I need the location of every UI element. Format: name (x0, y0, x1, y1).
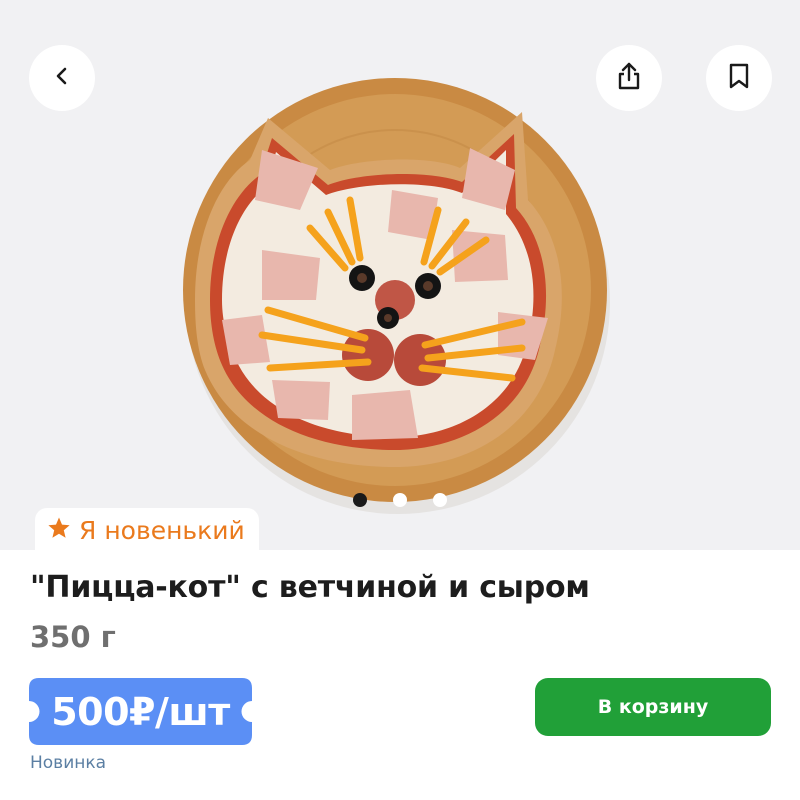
new-product-badge: Я новенький (35, 508, 259, 552)
product-image-gallery[interactable] (0, 0, 800, 550)
price-value: 500₽/шт (51, 689, 230, 734)
add-to-cart-label: В корзину (597, 696, 709, 718)
share-icon (615, 61, 643, 95)
star-icon (47, 516, 71, 544)
product-title: "Пицца-кот" с ветчиной и сыром (30, 570, 590, 605)
add-to-cart-button[interactable]: В корзину (535, 678, 771, 736)
pagination-dot-active[interactable] (353, 493, 367, 507)
share-button[interactable] (596, 45, 662, 111)
product-weight: 350 г (30, 620, 116, 654)
chevron-left-icon (51, 65, 73, 91)
pagination-dot[interactable] (393, 493, 407, 507)
badge-label: Я новенький (79, 515, 245, 545)
image-pagination (350, 491, 454, 509)
product-photo (183, 78, 610, 514)
bookmark-button[interactable] (706, 45, 772, 111)
price-tag: 500₽/шт (29, 678, 252, 745)
back-button[interactable] (29, 45, 95, 111)
pagination-dot[interactable] (433, 493, 447, 507)
bookmark-icon (727, 62, 751, 94)
status-label: Новинка (30, 753, 107, 773)
